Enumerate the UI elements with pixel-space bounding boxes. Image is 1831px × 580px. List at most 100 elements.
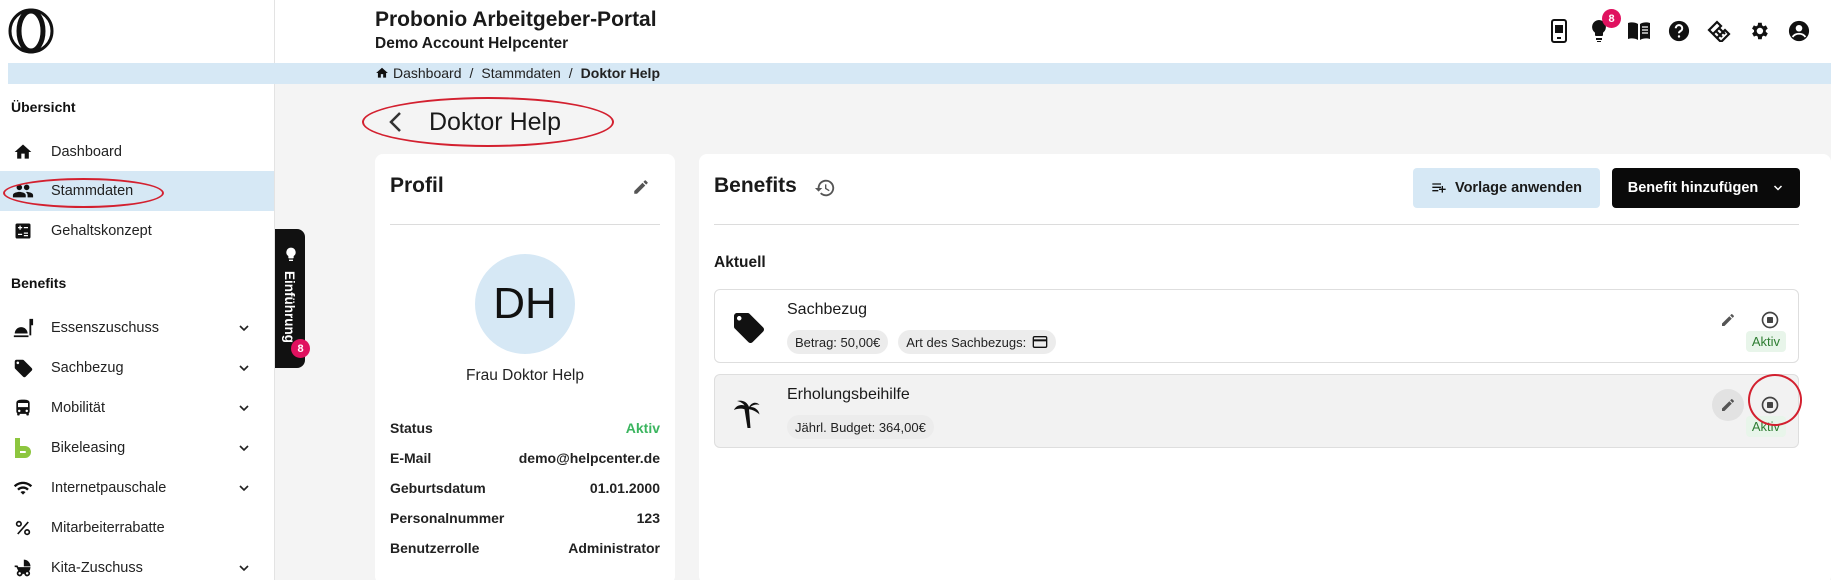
chip-label: Art des Sachbezugs:: [906, 334, 1027, 350]
sidebar-item-stammdaten[interactable]: Stammdaten: [0, 171, 274, 211]
sidebar-item-label: Dashboard: [51, 144, 122, 160]
breadcrumb-dashboard[interactable]: Dashboard: [393, 65, 462, 81]
sidebar-item-label: Mitarbeiterrabatte: [51, 520, 165, 536]
profile-field-status: Status Aktiv: [390, 420, 660, 436]
sidebar-item-essenszuschuss[interactable]: Essenszuschuss: [0, 308, 274, 348]
field-key: Status: [390, 420, 433, 436]
section-overview: Übersicht: [11, 99, 76, 115]
profile-title: Profil: [390, 174, 444, 197]
button-label: Benefit hinzufügen: [1627, 180, 1759, 196]
field-key: Personalnummer: [390, 510, 505, 526]
status-badge: Aktiv: [1745, 416, 1786, 437]
sidebar-item-kita-zuschuss[interactable]: Kita-Zuschuss: [0, 548, 274, 580]
lightbulb-icon[interactable]: 8: [1586, 9, 1621, 43]
benefits-card: Benefits Vorlage anwenden Benefit hinzuf…: [699, 154, 1831, 580]
benefit-row-erholungsbeihilfe[interactable]: Erholungsbeihilfe Jährl. Budget: 364,00€…: [714, 374, 1799, 448]
add-benefit-button[interactable]: Benefit hinzufügen: [1612, 168, 1800, 208]
sidebar-item-gehaltskonzept[interactable]: Gehaltskonzept: [0, 211, 274, 251]
chevron-down-icon[interactable]: [236, 320, 252, 336]
chip: Jährl. Budget: 364,00€: [787, 415, 934, 439]
section-benefits: Benefits: [11, 275, 67, 291]
edit-icon[interactable]: [1712, 304, 1744, 336]
chip: Betrag: 50,00€: [787, 330, 889, 354]
credit-card-icon: [1032, 336, 1048, 348]
sidebar-item-mobilitaet[interactable]: Mobilität: [0, 388, 274, 428]
home-icon: [12, 141, 34, 163]
handshake-icon[interactable]: [1706, 18, 1731, 43]
field-value: 01.01.2000: [589, 480, 660, 496]
chevron-down-icon[interactable]: [236, 400, 252, 416]
edit-profile-icon[interactable]: [632, 178, 650, 196]
palm-tree-icon: [734, 400, 760, 428]
tag-icon: [12, 357, 34, 379]
chevron-down-icon[interactable]: [236, 560, 252, 576]
sidebar-item-sachbezug[interactable]: Sachbezug: [0, 348, 274, 388]
top-icons: 8: [1546, 9, 1811, 43]
probonio-logo-icon[interactable]: [8, 8, 54, 54]
history-icon[interactable]: [814, 177, 836, 199]
page-header: Doktor Help: [362, 97, 561, 147]
profile-name: Frau Doktor Help: [465, 367, 584, 384]
back-icon[interactable]: [387, 111, 405, 133]
mobile-app-icon[interactable]: [1546, 18, 1571, 43]
page-title: Doktor Help: [429, 107, 561, 136]
sidebar-item-label: Internetpauschale: [51, 480, 167, 496]
topbar: Probonio Arbeitgeber-Portal Demo Account…: [275, 0, 1831, 63]
profile-field-role: Benutzerrolle Administrator: [390, 540, 660, 556]
intro-tab-label: Einführung: [282, 271, 297, 343]
bus-icon: [12, 397, 34, 419]
sidebar-item-label: Gehaltskonzept: [51, 223, 152, 239]
field-value: 123: [636, 510, 660, 526]
divider: [714, 224, 1799, 225]
benefit-row-sachbezug[interactable]: Sachbezug Betrag: 50,00€ Art des Sachbez…: [714, 289, 1799, 363]
sidebar: Übersicht Dashboard Stammdaten Gehaltsko…: [0, 0, 275, 580]
sidebar-item-label: Essenszuschuss: [51, 320, 159, 336]
chevron-down-icon[interactable]: [236, 360, 252, 376]
book-icon[interactable]: [1626, 18, 1651, 43]
help-icon[interactable]: [1666, 18, 1691, 43]
chevron-down-icon: [1774, 185, 1783, 191]
sidebar-item-mitarbeiterrabatte[interactable]: Mitarbeiterrabatte: [0, 508, 274, 548]
apply-template-button[interactable]: Vorlage anwenden: [1413, 168, 1600, 208]
breadcrumb-separator: /: [568, 65, 573, 81]
sidebar-item-label: Sachbezug: [51, 360, 124, 376]
benefit-chips: Betrag: 50,00€ Art des Sachbezugs:: [787, 330, 1057, 354]
field-key: Geburtsdatum: [390, 480, 486, 496]
sidebar-item-label: Kita-Zuschuss: [51, 560, 143, 576]
sidebar-item-internetpauschale[interactable]: Internetpauschale: [0, 468, 274, 508]
status-badge: Aktiv: [1745, 331, 1786, 352]
gear-icon[interactable]: [1746, 18, 1771, 43]
benefit-name: Erholungsbeihilfe: [787, 386, 910, 403]
playlist-add-icon: [1432, 183, 1446, 193]
wifi-icon: [12, 477, 34, 499]
home-icon[interactable]: [375, 66, 389, 80]
sidebar-item-label: Stammdaten: [51, 183, 134, 199]
calculator-icon: [12, 220, 34, 242]
benefits-title: Benefits: [714, 174, 797, 197]
sidebar-item-bikeleasing[interactable]: Bikeleasing: [0, 428, 274, 468]
button-label: Vorlage anwenden: [1454, 180, 1583, 196]
breadcrumb-stammdaten[interactable]: Stammdaten: [481, 65, 560, 81]
sidebar-item-dashboard[interactable]: Dashboard: [0, 132, 274, 172]
intro-badge: 8: [291, 339, 310, 358]
stroller-icon: [12, 557, 34, 579]
people-icon: [12, 180, 34, 202]
app-title: Probonio Arbeitgeber-Portal: [375, 8, 657, 31]
breadcrumb-current: Doktor Help: [580, 65, 660, 81]
field-value: demo@helpcenter.de: [518, 450, 660, 466]
avatar: DH: [475, 254, 575, 354]
sidebar-item-label: Mobilität: [51, 400, 105, 416]
bikeleasing-icon: [12, 437, 34, 459]
field-key: Benutzerrolle: [390, 540, 480, 556]
account-icon[interactable]: [1786, 18, 1811, 43]
section-current: Aktuell: [714, 254, 766, 271]
edit-icon[interactable]: [1712, 389, 1744, 421]
field-value: Administrator: [568, 540, 660, 556]
sidebar-item-label: Bikeleasing: [51, 440, 126, 456]
divider: [390, 224, 660, 225]
chevron-down-icon[interactable]: [236, 480, 252, 496]
chevron-down-icon[interactable]: [236, 440, 252, 456]
account-name: Demo Account Helpcenter: [375, 35, 569, 52]
breadcrumb: Dashboard / Stammdaten / Doktor Help: [375, 65, 660, 81]
profile-field-birthdate: Geburtsdatum 01.01.2000: [390, 480, 660, 496]
